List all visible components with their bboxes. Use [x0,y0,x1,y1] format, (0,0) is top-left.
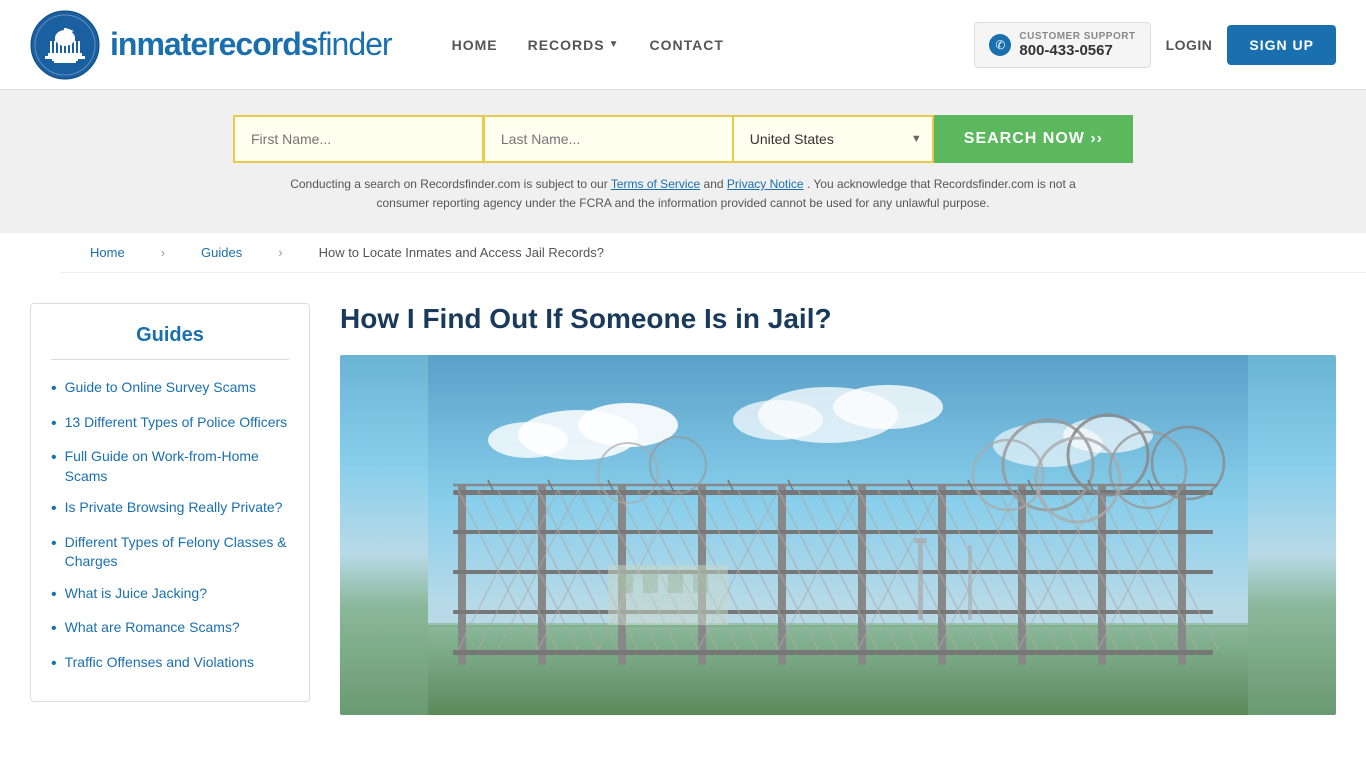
breadcrumb-sep-1: › [161,245,165,260]
nav-contact[interactable]: CONTACT [650,37,724,53]
search-button[interactable]: SEARCH NOW ›› [934,115,1133,163]
main-content: Guides Guide to Online Survey Scams 13 D… [0,273,1366,745]
breadcrumb-home[interactable]: Home [90,245,125,260]
login-button[interactable]: LOGIN [1166,37,1213,53]
breadcrumb: Home › Guides › How to Locate Inmates an… [60,233,1366,273]
signup-button[interactable]: SIGN UP [1227,25,1336,65]
sidebar-title: Guides [51,324,289,360]
list-item: Guide to Online Survey Scams [51,372,289,406]
list-item: What is Juice Jacking? [51,578,289,612]
breadcrumb-sep-2: › [278,245,282,260]
prison-fence-image [340,355,1336,715]
nav-home[interactable]: HOME [452,37,498,53]
sidebar-link-work-home-scams[interactable]: Full Guide on Work-from-Home Scams [65,447,289,486]
support-phone: 800-433-0567 [1019,42,1135,59]
list-item: Different Types of Felony Classes & Char… [51,527,289,578]
logo-icon [30,10,100,80]
site-header: inmaterecordsfinder HOME RECORDS ▼ CONTA… [0,0,1366,90]
tos-link[interactable]: Terms of Service [611,177,700,191]
logo-finder: finder [318,26,392,62]
nav-records[interactable]: RECORDS ▼ [528,37,620,53]
sidebar-list: Guide to Online Survey Scams 13 Differen… [51,372,289,681]
article-title: How I Find Out If Someone Is in Jail? [340,303,1336,335]
sidebar-link-juice-jacking[interactable]: What is Juice Jacking? [65,584,207,604]
support-text: CUSTOMER SUPPORT 800-433-0567 [1019,31,1135,59]
logo-records: records [207,26,317,62]
list-item: Traffic Offenses and Violations [51,647,289,681]
sidebar-link-private-browsing[interactable]: Is Private Browsing Really Private? [65,498,283,518]
support-label: CUSTOMER SUPPORT [1019,31,1135,42]
search-bar: United States Alabama Alaska Arizona Ark… [233,115,1133,163]
guides-sidebar: Guides Guide to Online Survey Scams 13 D… [30,303,310,702]
country-select[interactable]: United States Alabama Alaska Arizona Ark… [734,115,934,163]
sidebar-link-romance-scams[interactable]: What are Romance Scams? [65,618,240,638]
logo-inmate: inmate [110,26,207,62]
list-item: Full Guide on Work-from-Home Scams [51,441,289,492]
logo-wordmark: inmaterecordsfinder [110,26,392,63]
sidebar-link-survey-scams[interactable]: Guide to Online Survey Scams [65,378,256,398]
search-section: United States Alabama Alaska Arizona Ark… [0,90,1366,233]
last-name-input[interactable] [483,115,734,163]
nav-records-label: RECORDS [528,37,605,53]
list-item: Is Private Browsing Really Private? [51,492,289,526]
sidebar-link-traffic-offenses[interactable]: Traffic Offenses and Violations [65,653,254,673]
main-nav: HOME RECORDS ▼ CONTACT [452,37,975,53]
sidebar-link-felony-classes[interactable]: Different Types of Felony Classes & Char… [65,533,289,572]
article: How I Find Out If Someone Is in Jail? [340,303,1336,715]
breadcrumb-guides[interactable]: Guides [201,245,242,260]
phone-icon: ✆ [989,34,1011,56]
search-disclaimer: Conducting a search on Recordsfinder.com… [283,175,1083,213]
country-select-wrapper: United States Alabama Alaska Arizona Ark… [734,115,934,163]
breadcrumb-current: How to Locate Inmates and Access Jail Re… [319,245,604,260]
sidebar-link-police-types[interactable]: 13 Different Types of Police Officers [65,413,288,433]
article-image [340,355,1336,715]
privacy-link[interactable]: Privacy Notice [727,177,804,191]
header-right: ✆ CUSTOMER SUPPORT 800-433-0567 LOGIN SI… [974,22,1336,68]
records-chevron-icon: ▼ [609,39,620,50]
list-item: 13 Different Types of Police Officers [51,407,289,441]
logo[interactable]: inmaterecordsfinder [30,10,392,80]
list-item: What are Romance Scams? [51,612,289,646]
first-name-input[interactable] [233,115,483,163]
customer-support: ✆ CUSTOMER SUPPORT 800-433-0567 [974,22,1150,68]
